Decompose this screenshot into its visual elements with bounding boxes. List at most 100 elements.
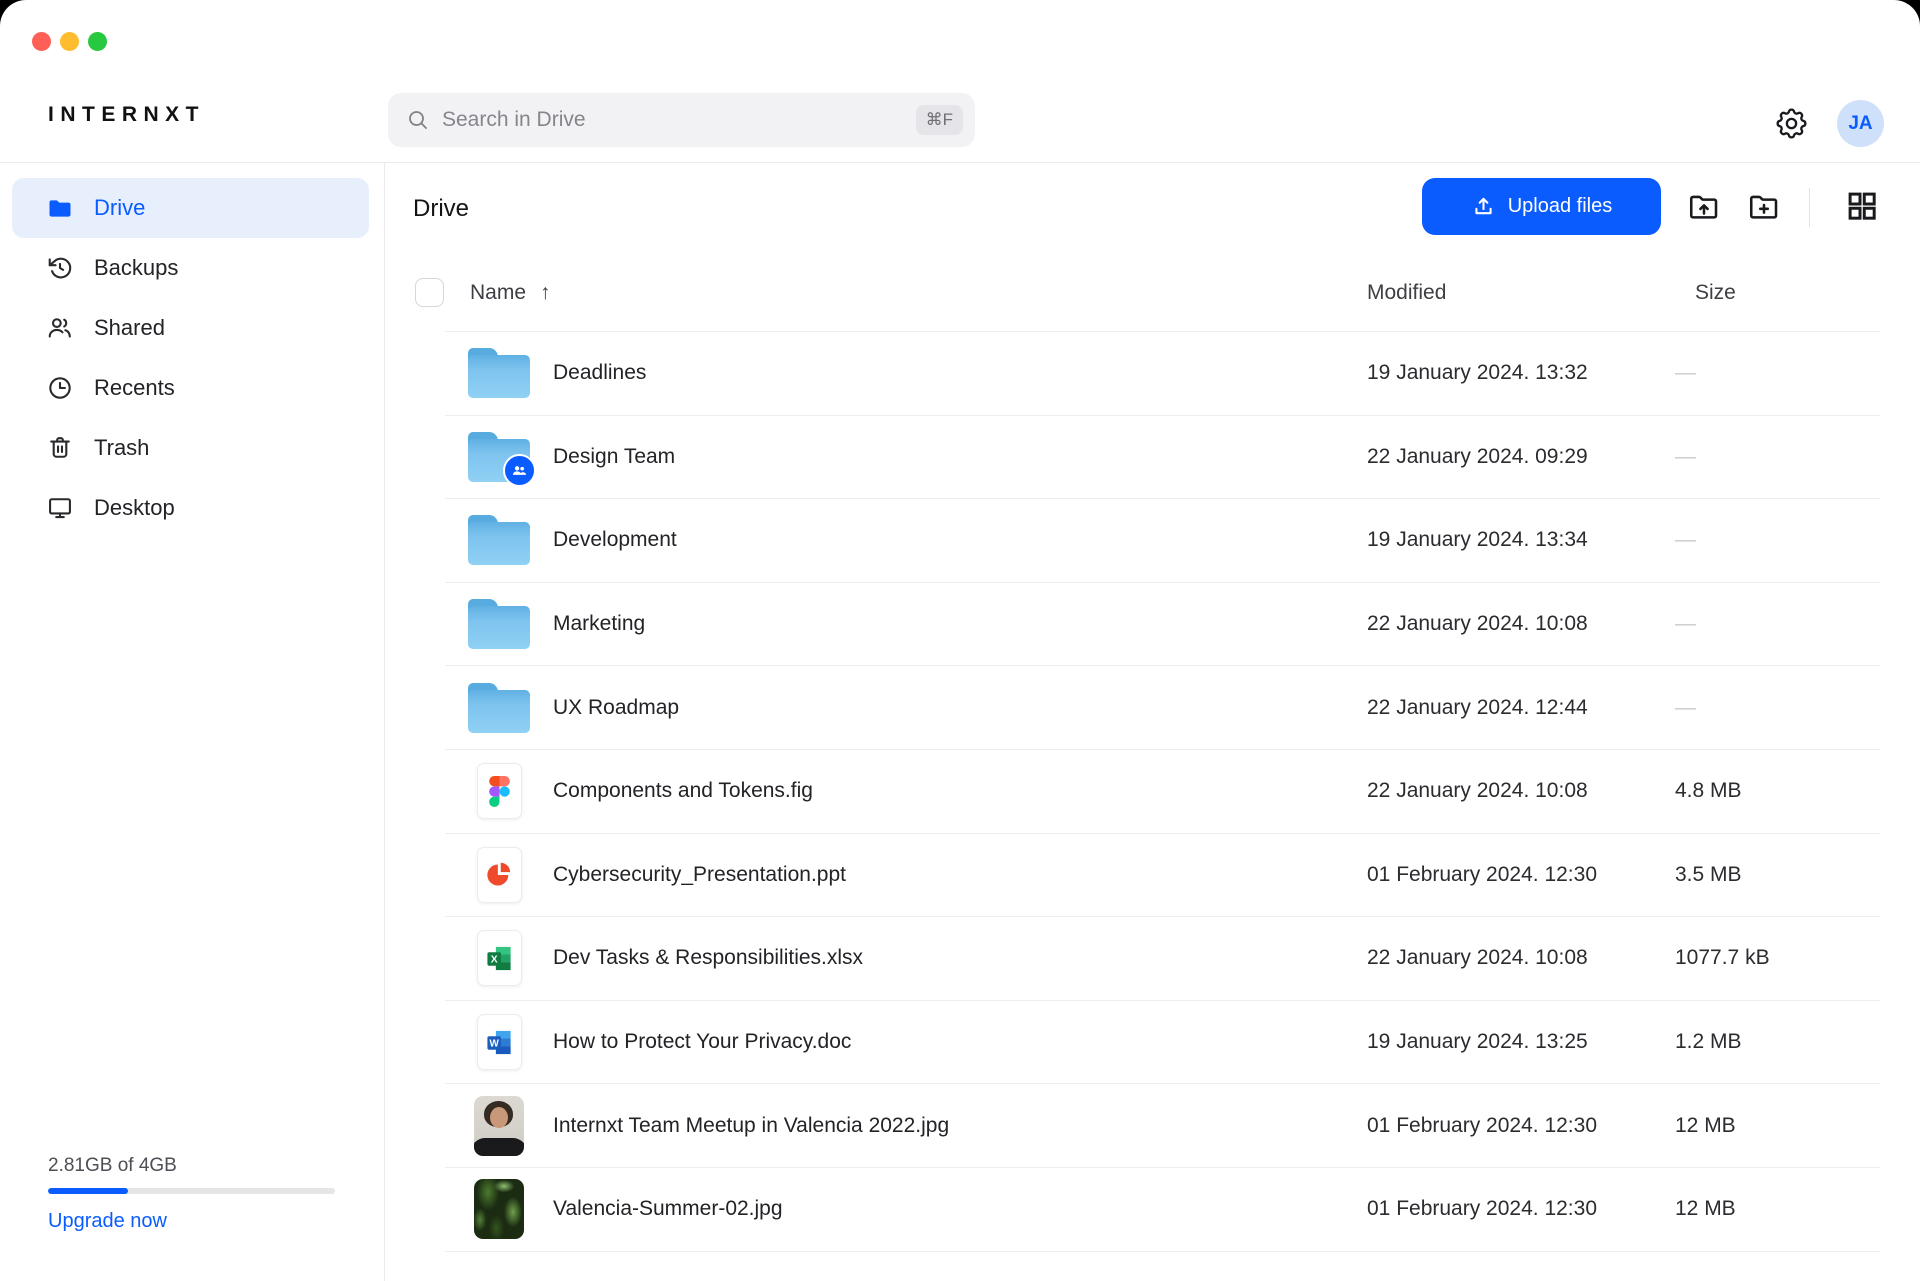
folder-icon <box>468 348 530 398</box>
internxt-drive-window: INTERNXT Search in Drive ⌘F JA Drive Back… <box>0 0 1920 1281</box>
trash-icon <box>46 434 74 462</box>
new-folder-button[interactable] <box>1746 189 1782 225</box>
file-name: Cybersecurity_Presentation.ppt <box>553 863 1367 887</box>
file-icon-cell: W <box>445 1014 553 1070</box>
header-divider <box>0 162 1920 163</box>
new-folder-icon <box>1746 189 1782 225</box>
sidebar-item-drive[interactable]: Drive <box>12 178 369 238</box>
table-row[interactable]: XDev Tasks & Responsibilities.xlsx22 Jan… <box>445 917 1880 1001</box>
upload-folder-button[interactable] <box>1686 189 1722 225</box>
avatar[interactable]: JA <box>1837 100 1884 147</box>
sidebar-divider <box>384 163 385 1281</box>
select-all-checkbox[interactable] <box>415 278 444 307</box>
grid-view-button[interactable] <box>1845 189 1879 223</box>
name-column-label: Name <box>470 281 526 305</box>
file-name: Development <box>553 528 1367 552</box>
modified-date: 22 January 2024. 10:08 <box>1367 779 1675 803</box>
file-name: Design Team <box>553 445 1367 469</box>
table-row[interactable]: Deadlines19 January 2024. 13:32— <box>445 332 1880 416</box>
file-name: How to Protect Your Privacy.doc <box>553 1030 1367 1054</box>
column-header-size[interactable]: Size <box>1695 281 1736 305</box>
table-row[interactable]: Valencia-Summer-02.jpg01 February 2024. … <box>445 1168 1880 1252</box>
file-size: — <box>1675 445 1880 469</box>
file-icon-cell: X <box>445 930 553 986</box>
internxt-wordmark: INTERNXT <box>48 103 205 127</box>
shared-users-icon <box>46 314 74 342</box>
upgrade-link[interactable]: Upgrade now <box>48 1210 335 1233</box>
file-icon-cell <box>445 847 553 903</box>
file-size: 4.8 MB <box>1675 779 1880 803</box>
file-size: — <box>1675 612 1880 636</box>
svg-text:X: X <box>490 954 497 965</box>
window-controls <box>32 32 107 51</box>
search-shortcut-badge: ⌘F <box>916 105 963 135</box>
upload-files-button[interactable]: Upload files <box>1422 178 1661 235</box>
file-name: Internxt Team Meetup in Valencia 2022.jp… <box>553 1114 1367 1138</box>
close-button[interactable] <box>32 32 51 51</box>
modified-date: 19 January 2024. 13:32 <box>1367 361 1675 385</box>
column-header-modified[interactable]: Modified <box>1367 281 1446 305</box>
backup-history-icon <box>46 254 74 282</box>
sidebar-item-label: Drive <box>94 195 145 221</box>
storage-usage-text: 2.81GB of 4GB <box>48 1155 335 1177</box>
zoom-button[interactable] <box>88 32 107 51</box>
sidebar-item-label: Desktop <box>94 495 175 521</box>
column-header-name[interactable]: Name ↑ <box>470 281 551 305</box>
table-row[interactable]: WHow to Protect Your Privacy.doc19 Janua… <box>445 1001 1880 1085</box>
page-title: Drive <box>413 195 469 223</box>
file-size: 1077.7 kB <box>1675 946 1880 970</box>
table-row[interactable]: UX Roadmap22 January 2024. 12:44— <box>445 666 1880 750</box>
file-icon-cell <box>445 515 553 565</box>
storage-progress-fill <box>48 1188 128 1194</box>
file-icon-cell <box>445 348 553 398</box>
file-size: 3.5 MB <box>1675 863 1880 887</box>
table-row[interactable]: Marketing22 January 2024. 10:08— <box>445 583 1880 667</box>
magnifier-icon <box>406 108 430 132</box>
upload-file-icon <box>1471 194 1496 219</box>
file-size: 1.2 MB <box>1675 1030 1880 1054</box>
table-row[interactable]: Development19 January 2024. 13:34— <box>445 499 1880 583</box>
photo-thumbnail-portrait <box>474 1096 524 1156</box>
desktop-monitor-icon <box>46 494 74 522</box>
file-name: Components and Tokens.fig <box>553 779 1367 803</box>
file-icon-cell <box>445 683 553 733</box>
modified-date: 22 January 2024. 09:29 <box>1367 445 1675 469</box>
sidebar-item-label: Shared <box>94 315 165 341</box>
file-size: 12 MB <box>1675 1114 1880 1138</box>
folder-icon <box>468 515 530 565</box>
photo-thumbnail-leaves <box>474 1179 524 1239</box>
settings-button[interactable] <box>1773 105 1810 142</box>
upload-files-label: Upload files <box>1508 195 1613 218</box>
sidebar-item-desktop[interactable]: Desktop <box>12 478 369 538</box>
sidebar-item-backups[interactable]: Backups <box>12 238 369 298</box>
modified-date: 19 January 2024. 13:34 <box>1367 528 1675 552</box>
minimize-button[interactable] <box>60 32 79 51</box>
folder-icon <box>468 683 530 733</box>
word-file-icon: W <box>477 1014 522 1070</box>
table-row[interactable]: Cybersecurity_Presentation.ppt01 Februar… <box>445 834 1880 918</box>
excel-file-icon: X <box>477 930 522 986</box>
powerpoint-file-icon <box>477 847 522 903</box>
storage-progress-bar <box>48 1188 335 1194</box>
folder-icon <box>468 599 530 649</box>
sidebar-item-recents[interactable]: Recents <box>12 358 369 418</box>
table-row[interactable]: Internxt Team Meetup in Valencia 2022.jp… <box>445 1084 1880 1168</box>
table-row[interactable]: Design Team22 January 2024. 09:29— <box>445 416 1880 500</box>
file-size: — <box>1675 528 1880 552</box>
file-icon-cell <box>445 599 553 649</box>
table-row[interactable]: Components and Tokens.fig22 January 2024… <box>445 750 1880 834</box>
sort-ascending-icon: ↑ <box>540 281 551 305</box>
sidebar-item-label: Recents <box>94 375 175 401</box>
file-icon-cell <box>445 763 553 819</box>
file-size: 12 MB <box>1675 1197 1880 1221</box>
file-icon-cell <box>445 432 553 482</box>
search-input[interactable]: Search in Drive ⌘F <box>388 93 975 147</box>
clock-icon <box>46 374 74 402</box>
sidebar-item-shared[interactable]: Shared <box>12 298 369 358</box>
file-name: Dev Tasks & Responsibilities.xlsx <box>553 946 1367 970</box>
modified-date: 22 January 2024. 10:08 <box>1367 612 1675 636</box>
file-name: Marketing <box>553 612 1367 636</box>
sidebar-item-trash[interactable]: Trash <box>12 418 369 478</box>
file-name: UX Roadmap <box>553 696 1367 720</box>
grid-view-icon <box>1845 189 1879 223</box>
